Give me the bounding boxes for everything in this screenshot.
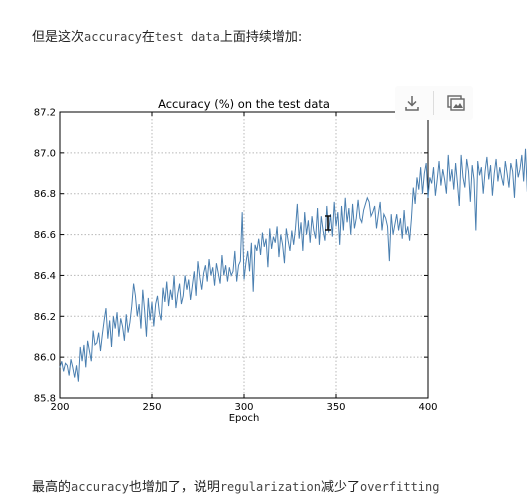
figure-toolbar	[395, 86, 473, 120]
outro-code-accuracy: accuracy	[71, 480, 129, 494]
y-tick-label: 86.0	[34, 353, 56, 364]
view-image-button[interactable]	[443, 90, 469, 116]
image-gallery-icon	[447, 95, 465, 111]
text-cursor-icon	[325, 215, 331, 231]
x-tick-label: 400	[418, 402, 437, 413]
outro-paragraph: 最高的accuracy也增加了，说明regularization减少了overf…	[32, 476, 439, 495]
y-tick-labels: 85.8 86.0 86.2 86.4 86.6 86.8 87.0 87.2	[34, 108, 56, 405]
y-tick-label: 85.8	[34, 394, 56, 405]
outro-text-3: 减少了	[320, 480, 360, 495]
x-tick-label: 300	[234, 402, 253, 413]
x-tick-labels: 200 250 300 350 400	[50, 402, 437, 413]
outro-code-overfitting: overfitting	[360, 480, 440, 494]
accuracy-line-chart: 200 250 300 350 400 85.886.086.286.486.686.8…	[34, 97, 527, 424]
y-tick-label: 87.0	[34, 148, 56, 159]
outro-text-2: 也增加了，说明	[128, 480, 220, 495]
chart-title: Accuracy (%) on the test data	[158, 97, 330, 111]
y-tick-label: 86.2	[34, 312, 56, 323]
y-tick-label: 86.6	[34, 230, 56, 241]
download-button[interactable]	[399, 90, 425, 116]
outro-code-regularization: regularization	[219, 480, 321, 494]
outro-text-1: 最高的	[32, 480, 72, 495]
x-tick-label: 350	[326, 402, 345, 413]
y-tick-label: 87.2	[34, 108, 56, 119]
x-tick-label: 250	[142, 402, 161, 413]
x-axis-label: Epoch	[229, 413, 260, 424]
toolbar-divider	[433, 91, 435, 115]
y-tick-label: 86.4	[34, 271, 56, 282]
y-tick-label: 86.8	[34, 189, 56, 200]
download-icon	[405, 96, 419, 111]
